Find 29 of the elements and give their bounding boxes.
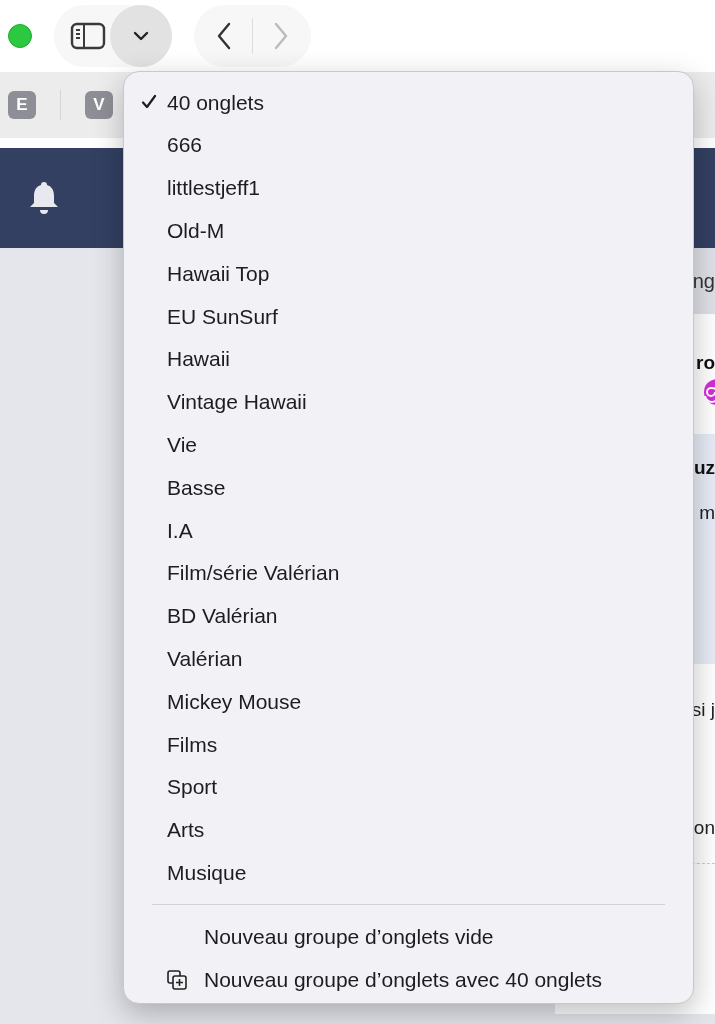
- menu-item[interactable]: Arts: [124, 808, 693, 852]
- menu-item[interactable]: Vintage Hawaii: [124, 380, 693, 424]
- back-icon: [216, 22, 232, 50]
- menu-item[interactable]: Valérian: [124, 637, 693, 681]
- menu-item[interactable]: Hawaii: [124, 337, 693, 381]
- menu-item[interactable]: Nouveau groupe d’onglets vide: [124, 915, 693, 959]
- add-tab-group-icon: [167, 969, 187, 990]
- menu-item[interactable]: Basse: [124, 466, 693, 509]
- menu-item[interactable]: BD Valérian: [124, 594, 693, 638]
- background-text: ro: [696, 352, 715, 372]
- background-text: uz: [693, 458, 715, 477]
- background-text: m: [699, 503, 715, 522]
- menu-item[interactable]: 40 onglets: [124, 81, 693, 124]
- menu-item[interactable]: Nouveau groupe d’onglets avec 40 onglets: [124, 958, 693, 1002]
- menu-item[interactable]: 666: [124, 123, 693, 167]
- menu-item[interactable]: Film/série Valérian: [124, 551, 693, 595]
- background-text: on: [693, 818, 715, 837]
- menu-item[interactable]: Films: [124, 722, 693, 766]
- chevron-down-icon: [132, 30, 150, 42]
- menu-item[interactable]: I.A: [124, 508, 693, 552]
- menu-item[interactable]: Sport: [124, 765, 693, 809]
- window-zoom-control[interactable]: [8, 24, 32, 48]
- menu-item[interactable]: Musique: [124, 851, 693, 895]
- menu-item[interactable]: Vie: [124, 423, 693, 467]
- sidebar-icon[interactable]: [70, 22, 106, 50]
- menu-item[interactable]: littlestjeff1: [124, 166, 693, 210]
- forward-icon: [273, 22, 289, 50]
- menu-item[interactable]: Mickey Mouse: [124, 680, 693, 723]
- bell-icon[interactable]: [28, 180, 60, 216]
